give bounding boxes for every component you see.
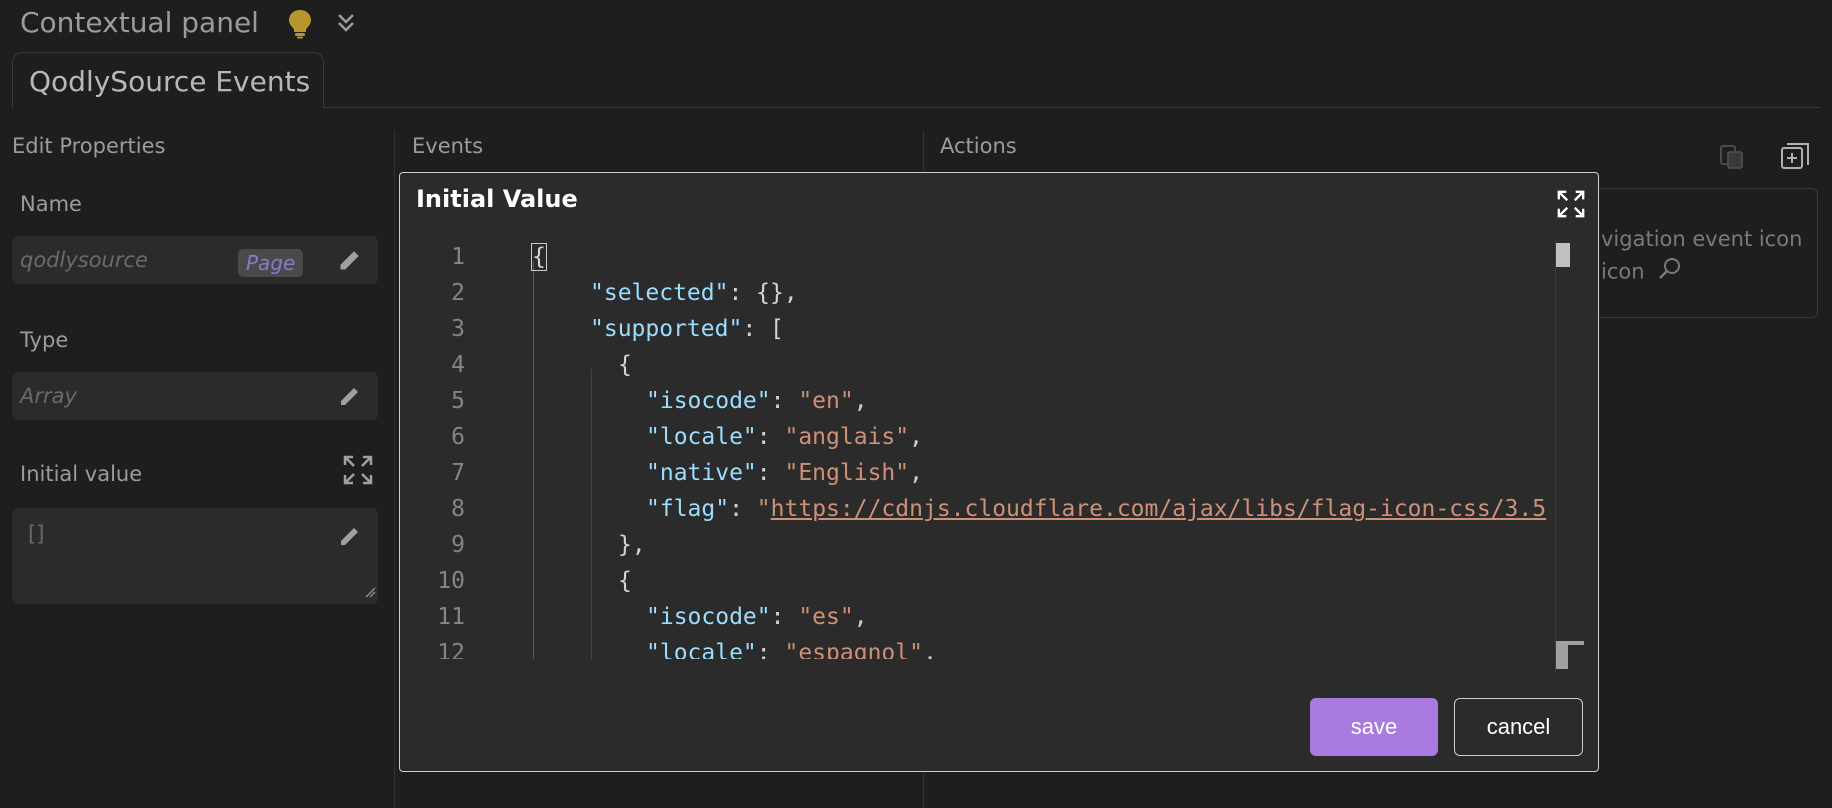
edit-properties-heading: Edit Properties xyxy=(12,134,166,158)
event-card-line: vigation event icon xyxy=(1601,227,1803,251)
type-value: Array xyxy=(20,384,77,408)
event-card-line: icon xyxy=(1561,255,1817,290)
code-editor[interactable]: 1 { 2 "selected": {}, 3 "supported": [ 4… xyxy=(400,239,1583,659)
initial-value-field[interactable]: [] xyxy=(12,508,378,604)
edit-type-icon[interactable] xyxy=(338,384,362,412)
dialog-title: Initial Value xyxy=(416,185,578,213)
paste-icon[interactable] xyxy=(1718,142,1746,174)
code-line: 4 { xyxy=(451,352,632,378)
add-action-icon[interactable] xyxy=(1780,142,1810,176)
cancel-button[interactable]: cancel xyxy=(1454,698,1583,756)
expand-icon[interactable] xyxy=(342,454,374,490)
code-line: 11 "isocode": "es", xyxy=(437,604,868,630)
initial-value-text: [] xyxy=(28,522,45,546)
edit-name-icon[interactable] xyxy=(338,248,362,276)
flag-url-link[interactable]: https://cdnjs.cloudflare.com/ajax/libs/f… xyxy=(771,496,1546,522)
scrollbar-thumb[interactable] xyxy=(1556,243,1570,267)
code-line: 5 "isocode": "en", xyxy=(451,388,868,414)
chevron-double-down-icon[interactable] xyxy=(336,12,356,38)
initial-value-dialog: Initial Value 1 { 2 "selected": {}, 3 "s… xyxy=(399,172,1599,772)
code-line: 12 "locale": "espagnol", xyxy=(437,640,937,659)
save-button[interactable]: save xyxy=(1310,698,1438,756)
code-line: 7 "native": "English", xyxy=(451,460,923,486)
initial-value-label: Initial value xyxy=(20,462,143,486)
tab-qodlysource-events[interactable]: QodlySource Events xyxy=(12,52,324,108)
fullscreen-icon[interactable] xyxy=(1556,189,1586,223)
name-field[interactable]: qodlysource Page xyxy=(12,236,378,284)
column-divider xyxy=(394,130,395,808)
panel-title: Contextual panel xyxy=(20,6,259,39)
vertical-scrollbar[interactable] xyxy=(1555,239,1583,671)
type-label: Type xyxy=(20,328,69,352)
code-line: 10 { xyxy=(437,568,632,594)
code-line: 3 "supported": [ xyxy=(451,316,784,342)
code-line: 9 }, xyxy=(451,532,646,558)
tab-divider xyxy=(324,107,1820,108)
header: Contextual panel xyxy=(0,0,1832,48)
resize-handle-icon[interactable] xyxy=(364,583,376,602)
type-field[interactable]: Array xyxy=(12,372,378,420)
code-line: 8 "flag": "https://cdnjs.cloudflare.com/… xyxy=(451,496,1547,522)
actions-heading: Actions xyxy=(940,134,1017,158)
code-line: 1 { xyxy=(451,243,547,271)
page-badge: Page xyxy=(238,249,304,277)
name-label: Name xyxy=(20,192,82,216)
code-line: 6 "locale": "anglais", xyxy=(451,424,923,450)
event-search-icon xyxy=(1657,255,1683,290)
code-line: 2 "selected": {}, xyxy=(451,280,798,306)
tab-label: QodlySource Events xyxy=(29,65,311,98)
scroll-corner xyxy=(1556,641,1584,673)
name-value: qodlysource xyxy=(20,248,148,272)
events-heading: Events xyxy=(412,134,484,158)
edit-initial-value-icon[interactable] xyxy=(338,524,362,552)
lightbulb-icon[interactable] xyxy=(288,9,312,43)
